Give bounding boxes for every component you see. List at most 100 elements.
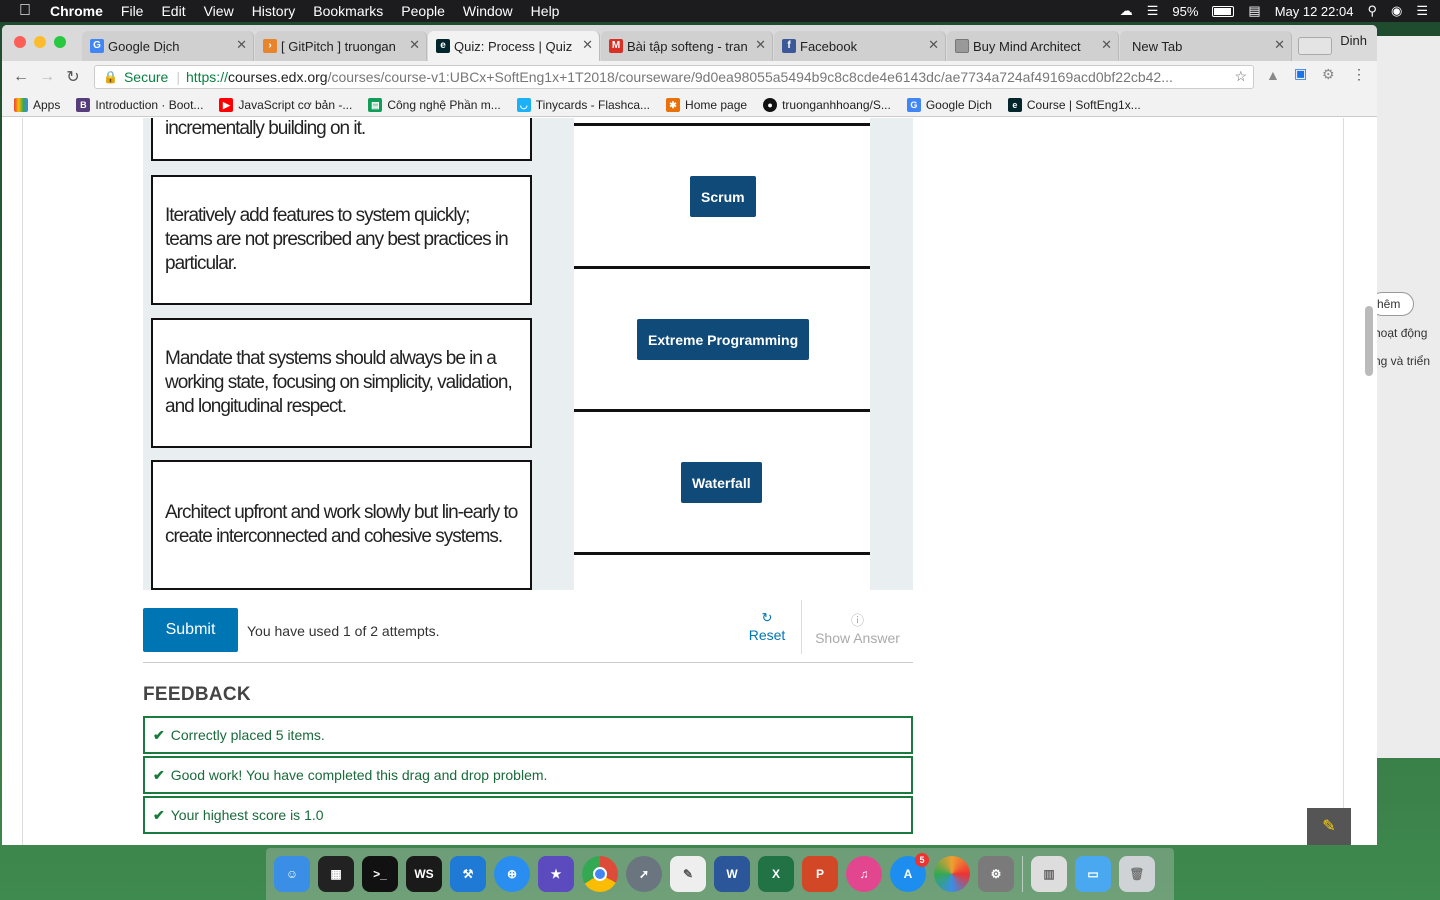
battery-icon[interactable] <box>1212 5 1235 17</box>
close-tab-icon[interactable]: ✕ <box>236 37 247 53</box>
zone-label-waterfall[interactable]: Waterfall <box>681 462 762 503</box>
bookmark-star-icon[interactable]: ☆ <box>1234 68 1247 85</box>
app-store-icon[interactable]: A5 <box>890 853 929 892</box>
bookmark-apps[interactable]: Apps <box>14 97 60 112</box>
menu-file[interactable]: File <box>121 3 144 19</box>
menu-window[interactable]: Window <box>463 3 513 19</box>
reload-icon[interactable]: ↻ <box>60 67 86 87</box>
menu-help[interactable]: Help <box>531 3 560 19</box>
menu-app-name[interactable]: Chrome <box>50 3 103 19</box>
address-bar[interactable]: 🔒 Secure | https:// courses.edx.org /cou… <box>94 65 1254 89</box>
forward-icon[interactable]: → <box>34 68 60 86</box>
attempts-text: You have used 1 of 2 attempts. <box>247 623 440 639</box>
edx-icon: e <box>436 39 450 53</box>
bookmark-javascript[interactable]: ▶ JavaScript cơ bản -... <box>219 97 352 112</box>
tab-buy-mind-architect[interactable]: Buy Mind Architect ✕ <box>947 31 1119 61</box>
page-scrollbar[interactable] <box>1365 306 1373 376</box>
bookmark-bootstrap[interactable]: B Introduction · Boot... <box>76 97 203 112</box>
input-source-icon[interactable]: ▤ <box>1248 3 1260 19</box>
xcode-icon[interactable]: ⚒ <box>450 856 486 892</box>
bookmark-google-dich[interactable]: G Google Dịch <box>906 97 992 112</box>
tab-facebook[interactable]: f Facebook ✕ <box>774 31 946 61</box>
checkmark-icon: ✔ <box>153 726 165 743</box>
pocket-extension-icon[interactable]: ▣ <box>1294 65 1307 82</box>
close-tab-icon[interactable]: ✕ <box>582 37 593 53</box>
drag-item[interactable]: Architect upfront and work slowly but li… <box>151 460 532 590</box>
chrome-menu-icon[interactable]: ⋮ <box>1352 66 1366 83</box>
close-tab-icon[interactable]: ✕ <box>1101 37 1112 53</box>
close-tab-icon[interactable]: ✕ <box>1274 37 1285 53</box>
cloud-icon[interactable]: ☁ <box>1120 3 1133 19</box>
back-icon[interactable]: ← <box>8 68 34 86</box>
submit-button[interactable]: Submit <box>143 608 238 652</box>
drag-item[interactable]: incrementally building on it. <box>151 118 532 161</box>
menu-people[interactable]: People <box>401 3 445 19</box>
battery-percent[interactable]: 95% <box>1172 4 1198 19</box>
drop-zone[interactable] <box>574 118 870 126</box>
drag-item[interactable]: Mandate that systems should always be in… <box>151 318 532 448</box>
launchpad-icon[interactable]: ➚ <box>626 856 662 892</box>
tab-gitpitch[interactable]: › [ GitPitch ] truongan ✕ <box>255 31 427 61</box>
color-picker-icon[interactable] <box>934 856 970 892</box>
finder-icon[interactable]: ☺ <box>274 856 310 892</box>
reset-label: Reset <box>748 627 786 643</box>
drag-item[interactable]: Iteratively add features to system quick… <box>151 175 532 305</box>
excel-icon[interactable]: X <box>758 856 794 892</box>
textedit-icon[interactable]: ✎ <box>670 856 706 892</box>
profile-button[interactable]: Dinh <box>1340 33 1367 48</box>
tab-gmail[interactable]: M Bài tập softeng - tran ✕ <box>601 31 773 61</box>
siri-icon[interactable]: ◉ <box>1391 3 1402 19</box>
close-tab-icon[interactable]: ✕ <box>928 37 939 53</box>
close-tab-icon[interactable]: ✕ <box>409 37 420 53</box>
bookmark-cong-nghe[interactable]: ▤ Công nghệ Phần m... <box>368 97 501 112</box>
zone-label-scrum[interactable]: Scrum <box>690 176 756 217</box>
documents-icon[interactable]: ▥ <box>1031 856 1067 892</box>
page-icon <box>955 39 969 53</box>
google-translate-icon: G <box>90 39 104 53</box>
show-answer-button[interactable]: ⓘ Show Answer <box>801 600 913 654</box>
wifi-icon[interactable]: ☰ <box>1147 3 1159 19</box>
activity-monitor-icon[interactable]: ▦ <box>318 856 354 892</box>
reset-button[interactable]: ↻ Reset <box>742 610 792 643</box>
zone-label-extreme-programming[interactable]: Extreme Programming <box>637 319 810 360</box>
system-preferences-icon[interactable]: ⚙ <box>978 856 1014 892</box>
youtube-icon: ▶ <box>219 97 234 112</box>
menu-view[interactable]: View <box>204 3 234 19</box>
tab-new-tab[interactable]: New Tab ✕ <box>1120 31 1292 61</box>
chrome-icon[interactable] <box>582 856 618 892</box>
spotlight-search-icon[interactable]: ⚲ <box>1367 3 1377 19</box>
tab-quiz-process[interactable]: e Quiz: Process | Quiz ✕ <box>428 31 600 61</box>
clock[interactable]: May 12 22:04 <box>1275 4 1354 19</box>
star-app-icon[interactable]: ★ <box>538 856 574 892</box>
bookmark-github[interactable]: ● truonganhhoang/S... <box>763 97 891 112</box>
menu-edit[interactable]: Edit <box>161 3 185 19</box>
bookmark-tinycards[interactable]: ◡ Tinycards - Flashca... <box>516 97 650 112</box>
menu-history[interactable]: History <box>252 3 296 19</box>
itunes-icon[interactable]: ♫ <box>846 856 882 892</box>
zoom-window-icon[interactable] <box>54 36 66 48</box>
folder-icon[interactable]: ▭ <box>1075 856 1111 892</box>
menu-bookmarks[interactable]: Bookmarks <box>313 3 383 19</box>
drive-extension-icon[interactable]: ▲ <box>1266 67 1280 83</box>
page-content: incrementally building on it. Iterativel… <box>2 118 1377 845</box>
notification-center-icon[interactable]: ☰ <box>1416 3 1428 19</box>
terminal-icon[interactable]: >_ <box>362 856 398 892</box>
trash-icon[interactable]: 🗑 <box>1119 856 1155 892</box>
webstorm-icon[interactable]: WS <box>406 856 442 892</box>
feedback-item: ✔ Good work! You have completed this dra… <box>143 756 913 794</box>
bookmark-course[interactable]: e Course | SoftEng1x... <box>1007 97 1141 112</box>
divider <box>143 662 913 663</box>
minimize-window-icon[interactable] <box>34 36 46 48</box>
settings-extension-icon[interactable]: ⚙ <box>1322 66 1335 83</box>
apple-menu-icon[interactable]:  <box>0 2 50 20</box>
safari-icon[interactable]: ⊕ <box>494 856 530 892</box>
edit-pencil-button[interactable]: ✎ <box>1307 808 1351 845</box>
word-icon[interactable]: W <box>714 856 750 892</box>
bookmark-home-page[interactable]: ✱ Home page <box>666 97 747 112</box>
powerpoint-icon[interactable]: P <box>802 856 838 892</box>
feedback-text: Correctly placed 5 items. <box>170 727 325 743</box>
close-tab-icon[interactable]: ✕ <box>755 37 766 53</box>
close-window-icon[interactable] <box>14 36 26 48</box>
tab-google-dich[interactable]: G Google Dịch ✕ <box>82 31 254 61</box>
new-tab-button[interactable] <box>1298 37 1332 55</box>
